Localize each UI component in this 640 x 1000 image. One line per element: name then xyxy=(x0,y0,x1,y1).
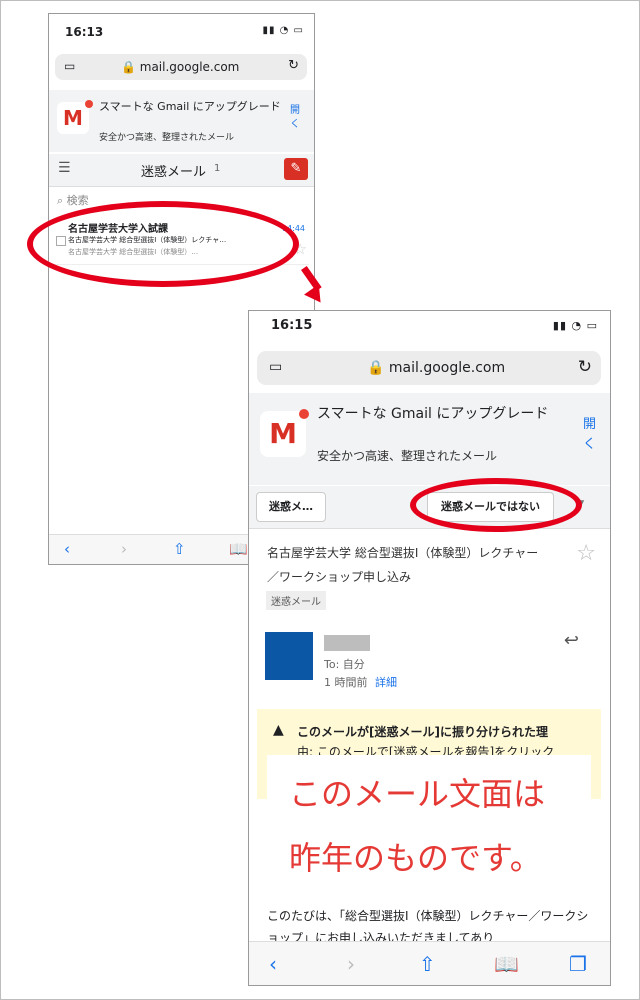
warning-line-1: このメールが[迷惑メール]に振り分けられた理 xyxy=(297,725,548,739)
spam-label: 迷惑メール xyxy=(266,591,326,610)
sender-name-redacted xyxy=(324,635,370,651)
tab-icon[interactable]: ▭ xyxy=(64,59,75,73)
status-time: 16:13 xyxy=(65,25,104,39)
folder-title: 迷惑メール xyxy=(141,165,207,180)
search-icon: ⌕ xyxy=(57,194,64,207)
search-input[interactable]: ⌕ 検索 xyxy=(57,192,89,208)
tabs-icon[interactable]: ❐ xyxy=(569,952,587,976)
message-count: 1 xyxy=(214,163,221,174)
email-subject: 名古屋学芸大学 総合型選抜I（体験型）レクチャー／ワークショップ申し込み xyxy=(267,546,539,584)
menu-icon[interactable]: ☰ xyxy=(58,160,71,176)
annotation-line-2: 昨年のものです。 xyxy=(289,839,542,877)
status-time: 16:15 xyxy=(271,318,313,333)
annotation-overlay: このメール文面は 昨年のものです。 xyxy=(267,755,591,915)
share-icon[interactable]: ⇧ xyxy=(173,540,186,558)
safari-toolbar: ‹ › ⇧ 📖 ❐ xyxy=(249,941,610,985)
forward-icon[interactable]: › xyxy=(347,952,355,976)
address-bar[interactable]: ▭ 🔒 mail.google.com ↻ xyxy=(257,351,601,385)
promo-subtitle: 安全かつ高速、整理されたメール xyxy=(99,133,235,143)
sent-time: 1 時間前 xyxy=(324,676,368,689)
annotation-line-1: このメール文面は xyxy=(289,775,546,813)
notification-dot xyxy=(85,100,93,108)
tab-icon[interactable]: ▭ xyxy=(269,359,282,375)
promo-title: スマートな Gmail にアップグレード xyxy=(317,406,549,422)
status-icons: ▮▮ ◔ ▭ xyxy=(262,25,304,36)
bookmarks-icon[interactable]: 📖 xyxy=(494,952,519,976)
share-icon[interactable]: ⇧ xyxy=(419,952,436,976)
sender-header: To: 自分 1 時間前 詳細 ↩ xyxy=(257,626,601,712)
open-button[interactable]: 開く xyxy=(290,104,300,132)
gmail-logo: M xyxy=(57,102,89,134)
mail-toolbar: ☰ 迷惑メール 1 ✎ xyxy=(49,154,314,187)
reply-icon[interactable]: ↩ xyxy=(564,630,579,651)
highlight-ring-not-spam xyxy=(410,478,582,532)
star-icon[interactable]: ☆ xyxy=(576,541,596,566)
details-link[interactable]: 詳細 xyxy=(375,674,397,690)
phone-screenshot-2: 16:15 ▮▮ ◔ ▭ ▭ 🔒 mail.google.com ↻ M スマー… xyxy=(248,310,611,986)
gmail-promo-banner: M スマートな Gmail にアップグレード 安全かつ高速、整理されたメール 開… xyxy=(49,90,314,152)
status-bar: 16:13 ▮▮ ◔ ▭ xyxy=(49,14,314,50)
back-icon[interactable]: ‹ xyxy=(64,540,70,558)
forward-icon[interactable]: › xyxy=(121,540,127,558)
address-bar[interactable]: ▭ 🔒 mail.google.com ↻ xyxy=(55,54,307,80)
promo-subtitle: 安全かつ高速、整理されたメール xyxy=(317,449,498,463)
promo-title: スマートな Gmail にアップグレード xyxy=(99,100,281,113)
highlight-ring-message xyxy=(27,201,299,287)
warning-icon: ▲ xyxy=(273,722,284,738)
back-to-spam-button[interactable]: 迷惑メ… xyxy=(256,492,326,522)
open-button[interactable]: 開く xyxy=(583,415,596,455)
notification-dot xyxy=(299,409,309,419)
url-text: 🔒 mail.google.com xyxy=(121,60,240,74)
reload-icon[interactable]: ↻ xyxy=(288,58,299,73)
avatar xyxy=(265,632,313,680)
gmail-promo-banner: M スマートな Gmail にアップグレード 安全かつ高速、整理されたメール 開… xyxy=(249,393,610,485)
gmail-logo: M xyxy=(260,411,306,457)
bookmarks-icon[interactable]: 📖 xyxy=(229,540,248,558)
compose-icon[interactable]: ✎ xyxy=(284,158,308,180)
back-icon[interactable]: ‹ xyxy=(269,952,277,976)
recipient: To: 自分 xyxy=(324,658,365,671)
url-text: 🔒 mail.google.com xyxy=(367,360,506,376)
status-icons: ▮▮ ◔ ▭ xyxy=(552,319,598,332)
reload-icon[interactable]: ↻ xyxy=(578,357,592,377)
